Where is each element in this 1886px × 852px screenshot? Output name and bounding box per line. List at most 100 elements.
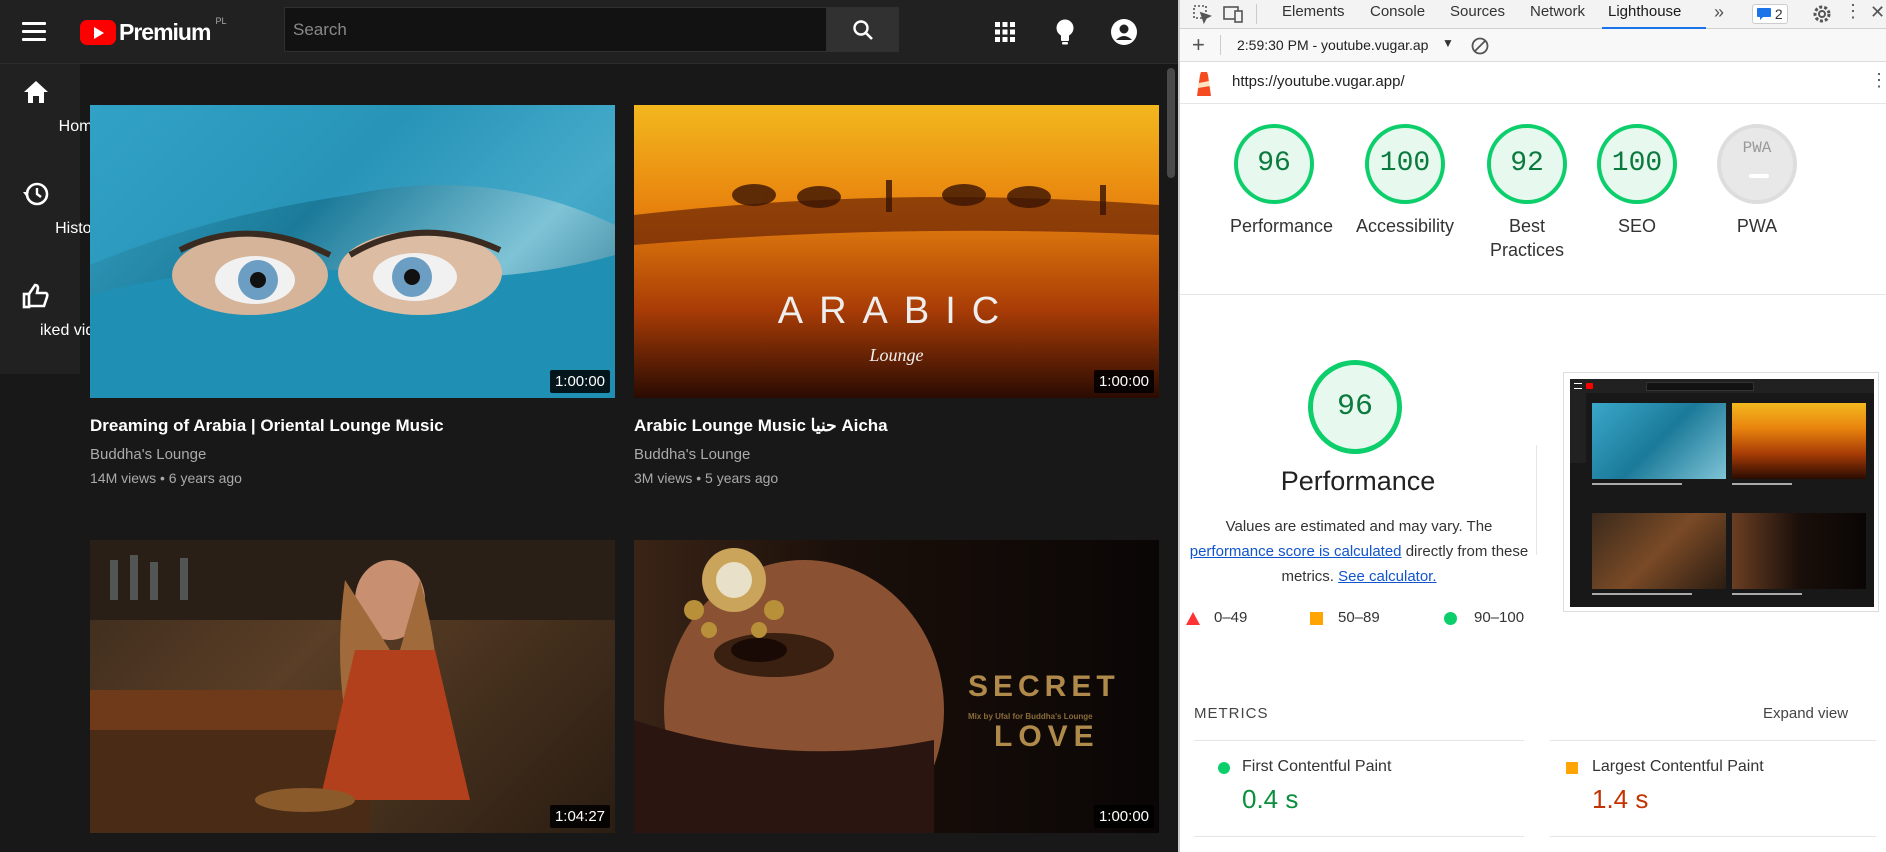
clear-reports-icon[interactable] bbox=[1470, 36, 1490, 56]
average-square-icon bbox=[1566, 762, 1578, 774]
gauge-label: SEO bbox=[1617, 216, 1656, 236]
legend-average: 50–89 bbox=[1338, 609, 1380, 626]
thumbnail-text-arabic: ARABIC bbox=[777, 290, 1016, 332]
settings-gear-icon[interactable] bbox=[1812, 4, 1832, 24]
video-card[interactable]: SECRET Mix by Ufal for Buddha's Lounge L… bbox=[634, 540, 1159, 833]
metric-value: 1.4 s bbox=[1592, 784, 1649, 814]
issues-badge[interactable]: 2 bbox=[1752, 4, 1788, 24]
video-duration: 1:00:00 bbox=[549, 370, 610, 393]
average-square-icon bbox=[1310, 612, 1323, 625]
apps-grid-icon[interactable] bbox=[987, 14, 1023, 50]
devtools-tab-bar: Elements Console Sources Network Lightho… bbox=[1180, 0, 1886, 29]
tab-console[interactable]: Console bbox=[1370, 0, 1425, 29]
final-screenshot[interactable] bbox=[1563, 372, 1879, 612]
metric-value: 0.4 s bbox=[1242, 784, 1299, 814]
gauge-best-practices[interactable]: 92 Best Practices bbox=[1472, 124, 1582, 262]
report-menu-icon[interactable]: ⋮ bbox=[1870, 70, 1886, 91]
sidebar: Home History iked videos bbox=[0, 64, 120, 374]
thumbnail-text-love: LOVE bbox=[994, 720, 1100, 753]
note-text: Values are estimated and may vary. The bbox=[1225, 518, 1493, 535]
thumbnail-script-text: Lounge bbox=[869, 345, 924, 365]
channel-name[interactable]: Buddha's Lounge bbox=[634, 446, 750, 463]
report-selector[interactable]: 2:59:30 PM - youtube.vugar.ap bbox=[1237, 37, 1428, 53]
metric-label: First Contentful Paint bbox=[1242, 758, 1392, 775]
section-divider bbox=[1180, 294, 1886, 295]
gauge-label: Best Practices bbox=[1490, 216, 1565, 260]
expand-view-toggle[interactable]: Expand view bbox=[1763, 705, 1848, 722]
channel-name[interactable]: Buddha's Lounge bbox=[90, 446, 206, 463]
gauge-label: Performance bbox=[1230, 216, 1334, 236]
youtube-logo-icon bbox=[80, 19, 116, 45]
country-code: PL bbox=[215, 16, 227, 26]
performance-note: Values are estimated and may vary. The p… bbox=[1182, 514, 1536, 589]
tab-lighthouse[interactable]: Lighthouse bbox=[1602, 0, 1706, 29]
lighthouse-url-bar: https://youtube.vugar.app/ ⋮ bbox=[1180, 62, 1886, 104]
video-meta: 3M views • 5 years ago bbox=[634, 470, 779, 486]
video-card[interactable]: ARABIC Lounge 1:00:00 Arabic Lounge Musi… bbox=[634, 105, 1159, 495]
tab-network[interactable]: Network bbox=[1530, 0, 1585, 29]
audited-url[interactable]: https://youtube.vugar.app/ bbox=[1232, 73, 1405, 90]
lighthouse-icon bbox=[1197, 72, 1211, 96]
search-icon bbox=[853, 19, 873, 40]
note-text: directly from these bbox=[1405, 543, 1529, 560]
note-text: metrics. bbox=[1281, 568, 1334, 585]
video-thumbnail[interactable]: 1:04:27 bbox=[90, 540, 615, 833]
score-value: 96 bbox=[1234, 124, 1314, 204]
youtube-app: Premium PL Search Home History iked vide… bbox=[0, 0, 1178, 852]
device-toolbar-icon[interactable] bbox=[1222, 4, 1244, 24]
sidebar-item-history[interactable]: History bbox=[0, 166, 105, 258]
video-duration: 1:00:00 bbox=[1093, 805, 1154, 828]
performance-score-link[interactable]: performance score is calculated bbox=[1190, 543, 1402, 560]
performance-title: Performance bbox=[1280, 466, 1436, 496]
score-value: 100 bbox=[1597, 124, 1677, 204]
gauge-seo[interactable]: 100 SEO bbox=[1593, 124, 1681, 238]
video-meta: 14M views • 6 years ago bbox=[90, 470, 242, 486]
metrics-divider bbox=[1550, 836, 1876, 837]
video-thumbnail[interactable]: SECRET Mix by Ufal for Buddha's Lounge L… bbox=[634, 540, 1159, 833]
menu-icon[interactable] bbox=[20, 18, 48, 46]
search-button[interactable] bbox=[827, 7, 899, 52]
close-devtools-icon[interactable]: ✕ bbox=[1870, 2, 1885, 23]
legend-pass: 90–100 bbox=[1474, 609, 1525, 626]
message-icon bbox=[1757, 8, 1771, 20]
metric-label: Largest Contentful Paint bbox=[1592, 758, 1764, 775]
sidebar-item-liked-videos[interactable]: iked videos bbox=[0, 268, 120, 360]
gauge-performance[interactable]: 96 Performance bbox=[1230, 124, 1334, 238]
more-tabs-icon[interactable]: » bbox=[1714, 2, 1724, 23]
video-thumbnail[interactable]: 1:00:00 bbox=[90, 105, 615, 398]
youtube-premium-logo[interactable]: Premium PL bbox=[80, 16, 226, 48]
gauge-label: PWA bbox=[1736, 216, 1778, 236]
video-title[interactable]: Arabic Lounge Music حنيا Aicha bbox=[634, 416, 888, 436]
metrics-heading: METRICS bbox=[1194, 705, 1269, 722]
page-scrollbar[interactable] bbox=[1163, 64, 1178, 852]
tab-elements[interactable]: Elements bbox=[1282, 0, 1345, 29]
video-card[interactable]: 1:00:00 Dreaming of Arabia | Oriental Lo… bbox=[90, 105, 615, 495]
video-duration: 1:00:00 bbox=[1093, 370, 1154, 393]
new-report-icon[interactable]: + bbox=[1192, 32, 1205, 58]
pwa-badge: PWA bbox=[1717, 124, 1797, 204]
video-card[interactable]: 1:04:27 bbox=[90, 540, 615, 833]
gauge-pwa[interactable]: PWA PWA bbox=[1713, 124, 1801, 238]
gauge-accessibility[interactable]: 100 Accessibility bbox=[1345, 124, 1465, 238]
search-input[interactable]: Search bbox=[284, 7, 827, 52]
pwa-badge-text: PWA bbox=[1742, 139, 1772, 157]
performance-score-gauge: 96 bbox=[1308, 360, 1402, 454]
issues-count: 2 bbox=[1774, 6, 1783, 22]
metrics-divider bbox=[1194, 836, 1524, 837]
more-options-icon[interactable]: ⋮ bbox=[1844, 1, 1862, 22]
legend-fail: 0–49 bbox=[1214, 609, 1248, 626]
top-bar: Premium PL Search bbox=[0, 0, 1178, 64]
history-icon bbox=[23, 182, 49, 206]
tab-sources[interactable]: Sources bbox=[1450, 0, 1505, 29]
chevron-down-icon[interactable]: ▼ bbox=[1442, 36, 1454, 50]
metrics-divider bbox=[1550, 740, 1876, 741]
see-calculator-link[interactable]: See calculator. bbox=[1338, 568, 1436, 585]
video-title[interactable]: Dreaming of Arabia | Oriental Lounge Mus… bbox=[90, 416, 444, 436]
lightbulb-icon[interactable] bbox=[1047, 14, 1083, 50]
score-value: 92 bbox=[1487, 124, 1567, 204]
inspect-element-icon[interactable] bbox=[1192, 4, 1212, 24]
video-thumbnail[interactable]: ARABIC Lounge 1:00:00 bbox=[634, 105, 1159, 398]
pass-circle-icon bbox=[1444, 612, 1457, 625]
sidebar-item-home[interactable]: Home bbox=[0, 64, 101, 156]
account-avatar-icon[interactable] bbox=[1106, 14, 1142, 50]
